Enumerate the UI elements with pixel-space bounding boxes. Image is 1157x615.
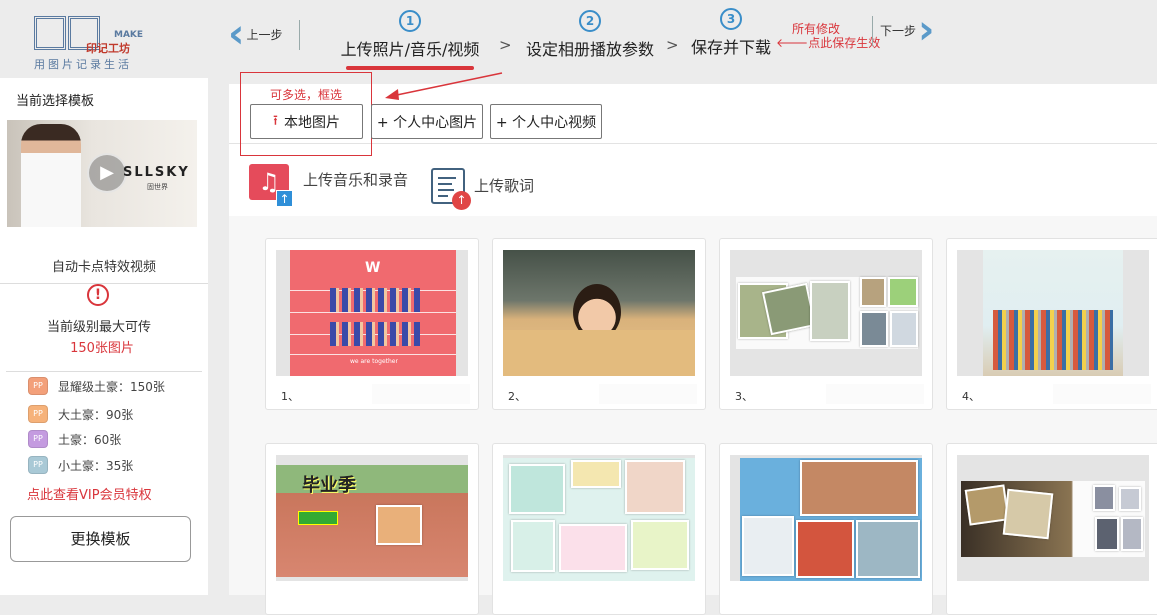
template-card[interactable]: 3、 bbox=[719, 238, 933, 410]
template-preview[interactable]: ▶ SLLSKY 固世界 bbox=[7, 120, 197, 227]
template-thumbnail: 毕业季 bbox=[276, 455, 468, 581]
thumbnail-title-text: 毕业季 bbox=[302, 475, 356, 496]
upload-local-label: 本地图片 bbox=[283, 114, 340, 131]
step-1[interactable]: 1 上传照片/音乐/视频 bbox=[336, 10, 484, 70]
step-1-label: 上传照片/音乐/视频 bbox=[340, 40, 480, 59]
nav-divider bbox=[299, 20, 300, 50]
tier-badge-icon: PP bbox=[28, 456, 48, 474]
upload-local-photos-button[interactable]: ⭱ 本地图片 bbox=[250, 104, 363, 139]
template-caption: 2、 bbox=[508, 390, 526, 403]
upload-lyrics-button[interactable]: ↑ bbox=[431, 168, 471, 210]
template-card[interactable]: 毕业季 bbox=[265, 443, 479, 615]
step-2-label: 设定相册播放参数 bbox=[525, 40, 654, 59]
vip-privileges-link[interactable]: 点此查看VIP会员特权 bbox=[27, 484, 152, 503]
level-text: 当前级别最大可传 bbox=[46, 320, 151, 335]
upload-lyrics-label[interactable]: 上传歌词 bbox=[474, 175, 534, 196]
divider bbox=[6, 371, 202, 372]
tier-label: 土豪：60张 bbox=[58, 432, 122, 447]
template-sidebar: 当前选择模板 ▶ SLLSKY 固世界 自动卡点特效视频 ! 当前级别最大可传 … bbox=[0, 78, 208, 595]
template-card[interactable] bbox=[946, 443, 1157, 615]
logo-make: MAKE bbox=[114, 30, 144, 40]
template-thumbnail bbox=[730, 250, 922, 376]
step-3-number: 3 bbox=[720, 8, 742, 30]
next-step-button[interactable]: 下一步 › bbox=[880, 10, 935, 50]
change-template-button[interactable]: 更换模板 bbox=[10, 516, 191, 562]
hint-arrow-icon bbox=[385, 72, 503, 100]
tier-item: PP 土豪：60张 bbox=[28, 430, 121, 448]
tier-badge-icon: PP bbox=[28, 430, 48, 448]
template-card[interactable]: W we are together 1、 bbox=[265, 238, 479, 410]
step-separator: > bbox=[499, 36, 512, 54]
prev-step-button[interactable]: ‹ 上一步 bbox=[228, 14, 283, 54]
upload-music-button[interactable]: ♫ ↑ bbox=[249, 164, 293, 208]
caption-field bbox=[599, 384, 697, 404]
prev-step-label: 上一步 bbox=[246, 27, 283, 42]
caption-field bbox=[826, 384, 924, 404]
upload-arrow-icon: ↑ bbox=[276, 190, 293, 207]
personal-center-videos-button[interactable]: + 个人中心视频 bbox=[490, 104, 602, 139]
play-icon[interactable]: ▶ bbox=[87, 153, 127, 193]
next-step-label: 下一步 bbox=[880, 23, 917, 38]
tier-badge-icon: PP bbox=[28, 405, 48, 423]
upload-icon: ⭱ bbox=[273, 112, 278, 129]
hint-text: 可多选，框选 bbox=[270, 88, 343, 102]
divider bbox=[0, 283, 208, 284]
template-caption: 1、 bbox=[281, 390, 299, 403]
upload-arrow-icon: ↑ bbox=[452, 191, 471, 210]
upload-music-label[interactable]: 上传音乐和录音 bbox=[303, 169, 408, 190]
preview-brand: SLLSKY bbox=[123, 165, 190, 180]
logo-brand: 印记工坊 bbox=[86, 42, 130, 55]
tier-label: 大土豪：90张 bbox=[58, 407, 134, 422]
tier-item: PP 显耀级土豪：150张 bbox=[28, 377, 165, 395]
max-upload-text: 150张图片 bbox=[70, 341, 134, 356]
site-logo[interactable]: MAKE 印记工坊 用图片记录生活 bbox=[30, 12, 145, 72]
step-3-label: 保存并下载 bbox=[690, 38, 771, 57]
warning-icon: ! bbox=[87, 284, 109, 306]
tier-item: PP 小土豪：35张 bbox=[28, 456, 133, 474]
template-card[interactable] bbox=[719, 443, 933, 615]
template-thumbnail bbox=[730, 455, 922, 581]
nav-divider bbox=[872, 16, 873, 46]
template-name: 自动卡点特效视频 bbox=[51, 260, 156, 275]
step-2[interactable]: 2 设定相册播放参数 bbox=[524, 10, 656, 60]
template-card[interactable] bbox=[492, 443, 706, 615]
step-separator: > bbox=[666, 36, 679, 54]
preview-image bbox=[21, 124, 81, 227]
tier-label: 显耀级土豪：150张 bbox=[58, 379, 165, 394]
tier-item: PP 大土豪：90张 bbox=[28, 405, 133, 423]
thumbnail-logo-text: W bbox=[365, 260, 381, 276]
step-3[interactable]: 3 保存并下载 bbox=[688, 8, 774, 58]
template-thumbnail bbox=[503, 455, 695, 581]
template-caption: 3、 bbox=[735, 390, 753, 403]
personal-center-photos-button[interactable]: + 个人中心图片 bbox=[371, 104, 483, 139]
caption-field bbox=[1053, 384, 1151, 404]
caption-field bbox=[372, 384, 470, 404]
template-thumbnail bbox=[957, 250, 1149, 376]
preview-brand-sub: 固世界 bbox=[147, 183, 168, 191]
step-2-number: 2 bbox=[579, 10, 601, 32]
template-card[interactable]: 2、 bbox=[492, 238, 706, 410]
logo-slogan: 用图片记录生活 bbox=[34, 58, 132, 71]
template-card[interactable]: 4、 bbox=[946, 238, 1157, 410]
template-thumbnail bbox=[957, 455, 1149, 581]
notice-line-2: 点此保存生效 bbox=[808, 36, 881, 50]
notice-line-1: 所有修改 bbox=[792, 22, 841, 36]
template-caption: 4、 bbox=[962, 390, 980, 403]
tier-label: 小土豪：35张 bbox=[58, 458, 134, 473]
arrow-left-icon: 🡐 bbox=[776, 36, 809, 50]
template-thumbnail: W we are together bbox=[276, 250, 468, 376]
top-bar: MAKE 印记工坊 用图片记录生活 ‹ 上一步 1 上传照片/音乐/视频 > 2… bbox=[0, 0, 1157, 78]
tier-badge-icon: PP bbox=[28, 377, 48, 395]
sidebar-title: 当前选择模板 bbox=[16, 94, 95, 109]
chevron-left-icon: ‹ bbox=[228, 11, 245, 57]
chevron-right-icon: › bbox=[918, 7, 935, 53]
template-thumbnail bbox=[503, 250, 695, 376]
step-1-number: 1 bbox=[399, 10, 421, 32]
thumbnail-footer-text: we are together bbox=[350, 358, 398, 365]
save-notice[interactable]: 所有修改 🡐点此保存生效 bbox=[776, 22, 880, 50]
